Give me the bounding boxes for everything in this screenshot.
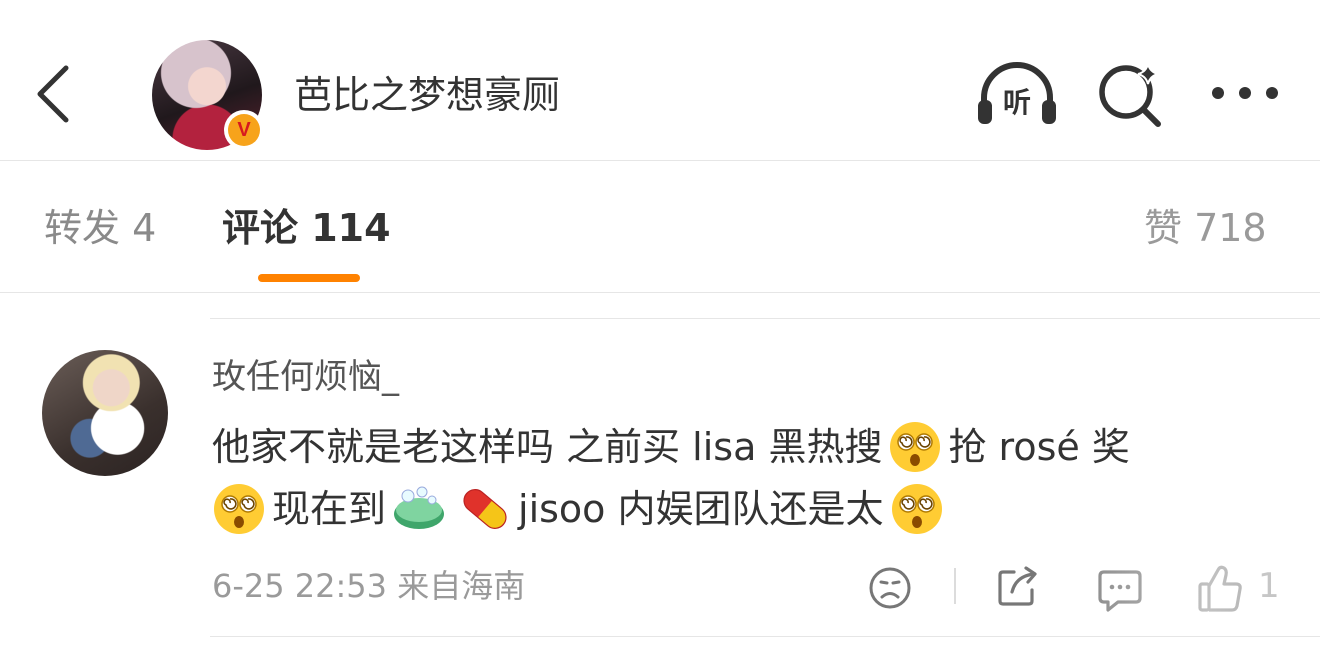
back-icon[interactable] xyxy=(30,62,78,126)
like-icon[interactable] xyxy=(1196,562,1244,614)
tab-comments[interactable]: 评论 114 xyxy=(222,200,391,256)
commenter-avatar[interactable] xyxy=(42,350,168,476)
like-count: 1 xyxy=(1258,566,1280,606)
listen-icon[interactable]: 听 xyxy=(974,60,1060,130)
dizzy-face-emoji xyxy=(214,484,264,534)
comment-bottom-divider xyxy=(210,636,1320,637)
pill-emoji xyxy=(463,489,507,529)
header-divider xyxy=(0,160,1320,161)
tab-repost[interactable]: 转发 4 xyxy=(44,200,156,256)
dizzy-face-emoji xyxy=(890,422,941,472)
page-title[interactable]: 芭比之梦想豪厕 xyxy=(294,70,560,120)
comment-meta: 6-25 22:53 来自海南 xyxy=(212,567,526,605)
comment-line-2: 现在到 jisoo 内娱团队还是太 xyxy=(212,478,950,540)
listen-label: 听 xyxy=(1003,86,1031,119)
dizzy-face-emoji xyxy=(891,484,942,534)
verified-badge-icon: V xyxy=(224,110,264,150)
verified-badge-label: V xyxy=(228,114,260,146)
comment-text-segment: jisoo 内娱团队还是太 xyxy=(518,487,884,531)
comment-icon[interactable] xyxy=(1096,566,1144,614)
more-icon[interactable] xyxy=(1208,80,1282,106)
commenter-username[interactable]: 玫任何烦恼_ xyxy=(212,354,399,400)
comment-text-segment: 他家不就是老这样吗 之前买 lisa 黑热搜 xyxy=(212,425,883,469)
comment-text-segment: 抢 rosé 奖 xyxy=(948,425,1130,469)
share-icon[interactable] xyxy=(994,562,1042,610)
tabs-divider xyxy=(0,292,1320,293)
comment-text-segment: 现在到 xyxy=(272,487,387,531)
action-separator xyxy=(954,568,956,604)
sad-face-icon[interactable] xyxy=(866,564,914,612)
soap-emoji xyxy=(394,486,445,529)
search-icon[interactable] xyxy=(1096,58,1166,128)
comment-line-1: 他家不就是老这样吗 之前买 lisa 黑热搜 抢 rosé 奖 xyxy=(212,416,1130,478)
tab-likes[interactable]: 赞 718 xyxy=(1144,200,1267,256)
active-tab-indicator xyxy=(258,274,360,282)
comment-top-divider xyxy=(210,318,1320,319)
